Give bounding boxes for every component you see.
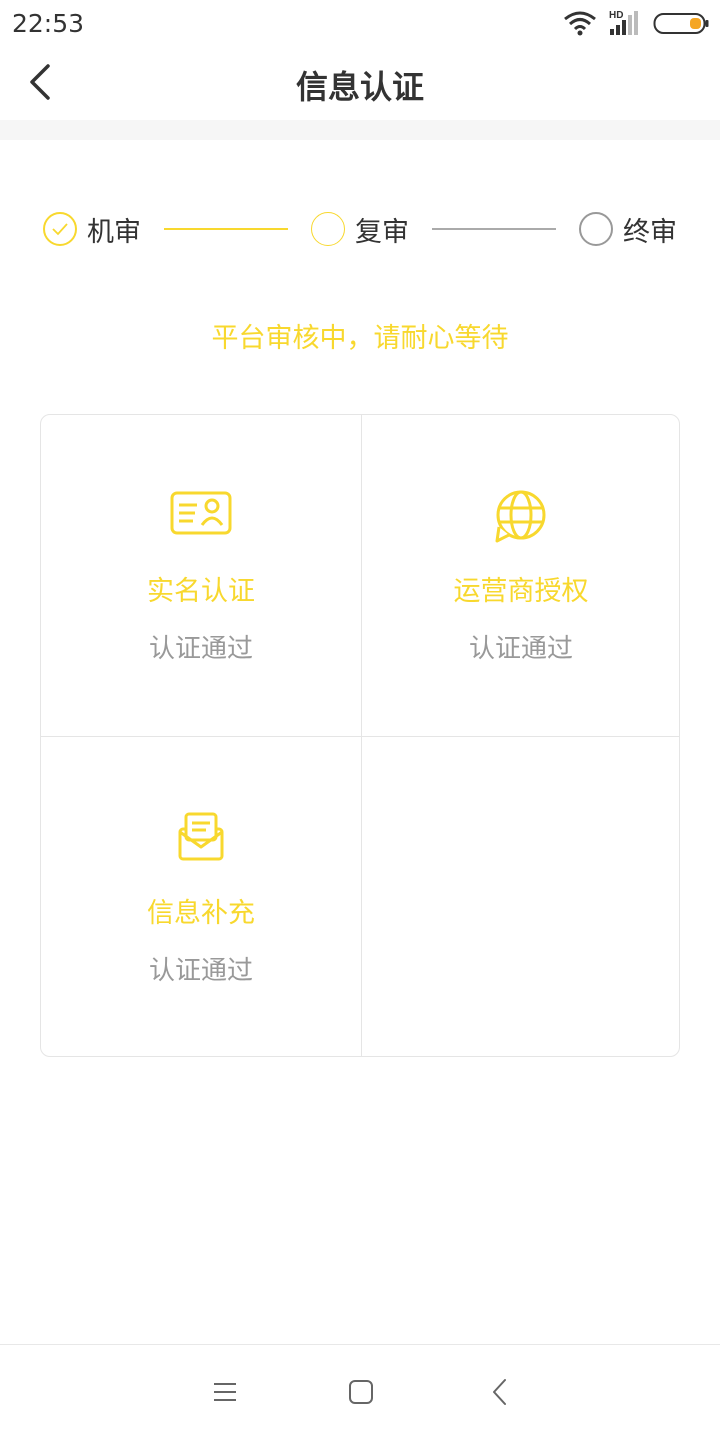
home-square-icon (349, 1380, 373, 1404)
battery-icon (653, 13, 709, 34)
step-second-review: 复审 (311, 205, 409, 253)
card-real-name[interactable]: 实名认证 认证通过 (41, 415, 361, 736)
step-label: 终审 (623, 216, 677, 248)
step-machine-review: 机审 (43, 205, 141, 253)
card-title: 信息补充 (147, 898, 255, 929)
menu-button[interactable] (210, 1377, 240, 1407)
card-status: 认证通过 (148, 634, 253, 664)
globe-icon (495, 490, 546, 543)
card-title: 运营商授权 (453, 576, 589, 607)
back-triangle-icon (493, 1379, 506, 1405)
system-back-button[interactable] (485, 1377, 515, 1407)
section-divider (0, 120, 720, 140)
network-type-label: HD (609, 10, 623, 21)
card-title: 实名认证 (147, 576, 255, 607)
status-time: 22:53 (12, 9, 85, 38)
id-card-icon (170, 491, 232, 535)
step-final-review: 终审 (579, 205, 677, 253)
page-title: 信息认证 (295, 68, 424, 106)
step-connector-pending (432, 228, 556, 230)
system-nav-bar (0, 1344, 720, 1440)
nav-bar: 信息认证 (0, 50, 720, 120)
wifi-icon (564, 11, 596, 36)
verification-grid: 实名认证 认证通过 运营商授权 认证通过 信息补充 认证通过 (40, 414, 680, 1057)
review-steps: 机审 复审 终审 (0, 205, 720, 253)
signal-icon: HD (609, 10, 638, 35)
step-connector-done (164, 228, 288, 230)
card-carrier-authorization[interactable]: 运营商授权 认证通过 (361, 415, 679, 736)
card-empty (362, 737, 679, 1056)
envelope-icon (178, 812, 224, 861)
review-status-message: 平台审核中，请耐心等待 (211, 323, 509, 354)
menu-icon (214, 1383, 236, 1401)
status-bar: 22:53 HD (0, 0, 720, 50)
card-status: 认证通过 (468, 634, 573, 664)
step-label: 复审 (355, 216, 409, 248)
home-button[interactable] (346, 1377, 376, 1407)
step-label: 机审 (87, 216, 141, 248)
card-status: 认证通过 (148, 956, 253, 986)
empty-circle-icon (311, 212, 345, 246)
check-circle-icon (43, 212, 77, 246)
empty-circle-icon (579, 212, 613, 246)
card-info-supplement[interactable]: 信息补充 认证通过 (41, 737, 361, 1056)
